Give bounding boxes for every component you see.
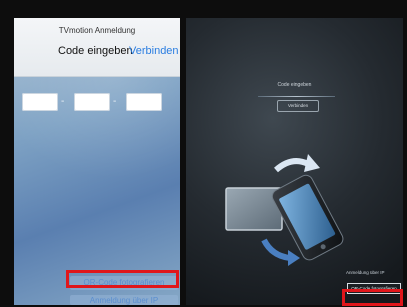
tv-code-title: Code eingeben [277, 82, 312, 88]
rotate-arrow-icon [261, 238, 291, 261]
tv-screen-panel: Code eingeben Verbinden Anmeldung über I… [186, 18, 403, 305]
phone-photo-illustration [225, 154, 344, 266]
highlight-box [66, 270, 179, 288]
code-input-3[interactable] [126, 93, 162, 111]
code-separator: - [61, 96, 65, 107]
app-title: TVmotion Anmeldung [58, 26, 136, 35]
code-heading: Code eingeben [58, 45, 133, 57]
code-input-2[interactable] [74, 93, 110, 111]
app-header: TVmotion Anmeldung Code eingeben Verbind… [14, 18, 180, 77]
phone-app-panel: TVmotion Anmeldung Code eingeben Verbind… [14, 18, 180, 305]
highlight-box [342, 289, 403, 306]
code-input-1[interactable] [22, 93, 58, 111]
tv-code-input[interactable] [258, 96, 335, 97]
screenshot-frame: TVmotion Anmeldung Code eingeben Verbind… [0, 0, 407, 307]
tv-ip-login-link[interactable]: Anmeldung über IP [346, 270, 385, 275]
connect-link[interactable]: Verbinden [129, 45, 179, 57]
tv-connect-button[interactable]: Verbinden [277, 100, 319, 112]
rotate-arrow-icon [274, 158, 310, 173]
code-separator: - [113, 96, 117, 107]
ip-login-button[interactable]: Anmeldung über IP [70, 295, 178, 305]
